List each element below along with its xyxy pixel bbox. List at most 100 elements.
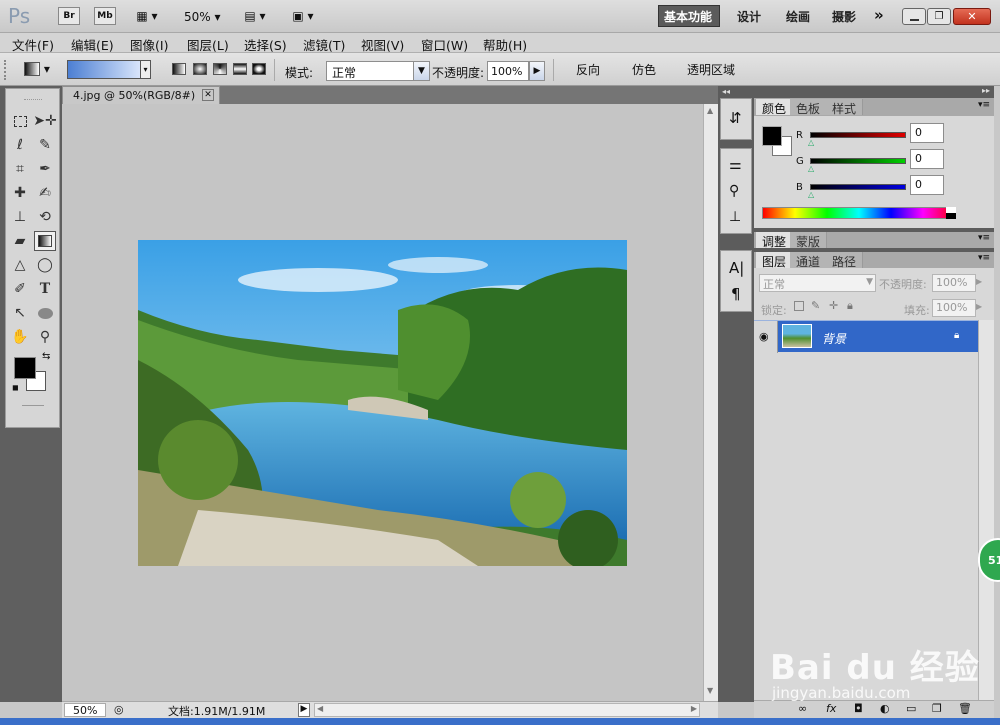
link-layers-icon[interactable]: ∞ bbox=[798, 702, 807, 715]
diamond-gradient-icon[interactable] bbox=[252, 63, 266, 75]
gradient-picker-swatch[interactable] bbox=[67, 60, 149, 79]
adjust-sliders-icon[interactable]: ⚌ bbox=[729, 157, 742, 173]
path-selection-tool[interactable]: ↖ bbox=[9, 303, 31, 323]
fill-input[interactable]: 100% bbox=[932, 299, 976, 317]
menu-help[interactable]: 帮助(H) bbox=[483, 35, 527, 54]
tool-preset-picker[interactable]: ▾ bbox=[16, 59, 58, 79]
scroll-left-icon[interactable]: ◀ bbox=[317, 704, 323, 713]
layer-style-icon[interactable]: fx bbox=[826, 702, 836, 715]
reflected-gradient-icon[interactable] bbox=[233, 63, 247, 75]
menu-layer[interactable]: 图层(L) bbox=[187, 35, 229, 54]
clone-stamp-tool[interactable]: ⊥ bbox=[9, 207, 31, 227]
clone-source-icon[interactable]: ⊥ bbox=[729, 209, 741, 225]
panel-menu-icon[interactable]: ▾≡ bbox=[978, 100, 990, 110]
scroll-right-icon[interactable]: ▶ bbox=[691, 704, 697, 713]
workspace-photography[interactable]: 摄影 bbox=[832, 8, 856, 25]
menu-image[interactable]: 图像(I) bbox=[130, 35, 168, 54]
mode-dropdown-button[interactable]: ▼ bbox=[413, 62, 429, 80]
zoom-tool[interactable]: ⚲ bbox=[34, 327, 56, 347]
new-layer-icon[interactable]: ❐ bbox=[932, 702, 942, 715]
menu-filter[interactable]: 滤镜(T) bbox=[303, 35, 345, 54]
tab-paths[interactable]: 路径 bbox=[826, 252, 864, 269]
opacity-input[interactable]: 100% bbox=[487, 61, 529, 81]
channel-b-slider[interactable] bbox=[810, 184, 906, 190]
swap-colors-icon[interactable]: ⇆ bbox=[42, 351, 50, 362]
paragraph-icon[interactable]: ¶ bbox=[731, 285, 741, 303]
canvas-area[interactable] bbox=[62, 104, 703, 702]
angle-gradient-icon[interactable] bbox=[213, 63, 227, 75]
history-brush-tool[interactable]: ⟲ bbox=[34, 207, 56, 227]
expand-panels-icon[interactable]: ◂◂ bbox=[722, 87, 730, 96]
add-mask-icon[interactable]: ◘ bbox=[854, 702, 863, 715]
menu-file[interactable]: 文件(F) bbox=[12, 35, 54, 54]
close-button[interactable]: ✕ bbox=[953, 8, 991, 25]
channel-g-input[interactable]: 0 bbox=[910, 149, 944, 169]
default-colors-icon[interactable]: ◼ bbox=[12, 383, 19, 392]
channel-r-input[interactable]: 0 bbox=[910, 123, 944, 143]
zoom-select[interactable]: 50% ▾ bbox=[184, 10, 221, 24]
document-tab[interactable]: 4.jpg @ 50%(RGB/8#) ✕ bbox=[62, 86, 220, 104]
status-options-icon[interactable]: ◎ bbox=[114, 703, 124, 716]
hand-tool[interactable]: ✋ bbox=[9, 327, 31, 347]
view-extras-button[interactable]: ▦ ▾ bbox=[130, 7, 164, 25]
scroll-up-icon[interactable]: ▲ bbox=[707, 106, 713, 115]
tab-color[interactable]: 颜色 bbox=[756, 99, 794, 116]
adjustment-layer-icon[interactable]: ◐ bbox=[880, 702, 890, 715]
eyedropper-tool[interactable]: ✒ bbox=[34, 159, 56, 179]
close-tab-icon[interactable]: ✕ bbox=[202, 89, 214, 101]
healing-brush-tool[interactable]: ✚ bbox=[9, 183, 31, 203]
lock-all-icon[interactable]: 🔒︎ bbox=[847, 299, 853, 313]
tab-adjustments[interactable]: 调整 bbox=[756, 232, 794, 249]
history-icon[interactable]: ⇵ bbox=[729, 109, 742, 127]
workspace-painting[interactable]: 绘画 bbox=[786, 8, 810, 25]
radial-gradient-icon[interactable] bbox=[193, 63, 207, 75]
tab-styles[interactable]: 样式 bbox=[826, 99, 864, 116]
black-swatch[interactable] bbox=[946, 213, 956, 219]
mini-bridge-button[interactable]: Mb bbox=[94, 7, 116, 25]
channel-b-input[interactable]: 0 bbox=[910, 175, 944, 195]
menu-edit[interactable]: 编辑(E) bbox=[71, 35, 114, 54]
channel-r-slider[interactable] bbox=[810, 132, 906, 138]
dodge-tool[interactable]: ◯ bbox=[34, 255, 56, 275]
channel-g-slider[interactable] bbox=[810, 158, 906, 164]
panel-menu-icon[interactable]: ▾≡ bbox=[978, 253, 990, 263]
workspace-design[interactable]: 设计 bbox=[737, 8, 761, 25]
layer-visibility-toggle[interactable]: ◉ bbox=[754, 321, 778, 353]
usb-icon[interactable]: ⚲ bbox=[729, 183, 739, 199]
screen-mode-button[interactable]: ▣ ▾ bbox=[286, 7, 320, 25]
layer-blend-mode-select[interactable]: 正常 ▼ bbox=[759, 274, 876, 292]
status-menu-button[interactable]: ▶ bbox=[298, 703, 310, 717]
arrange-documents-button[interactable]: ▤ ▾ bbox=[238, 7, 272, 25]
opacity-slider-button[interactable]: ▶ bbox=[529, 61, 545, 81]
quick-selection-tool[interactable]: ✎ bbox=[34, 135, 56, 155]
color-spectrum-bar[interactable] bbox=[762, 207, 956, 219]
marquee-tool[interactable] bbox=[9, 111, 31, 131]
lock-pixels-icon[interactable]: ✎ bbox=[811, 299, 820, 312]
character-icon[interactable]: A| bbox=[729, 259, 744, 277]
slider-thumb-icon[interactable]: △ bbox=[808, 164, 814, 173]
minimize-button[interactable] bbox=[902, 8, 926, 25]
tab-channels[interactable]: 通道 bbox=[790, 252, 828, 269]
opacity-arrow-icon[interactable]: ▶ bbox=[976, 274, 988, 292]
type-tool[interactable]: T bbox=[34, 279, 56, 299]
crop-tool[interactable]: ⌗ bbox=[9, 159, 31, 179]
foreground-color-swatch[interactable] bbox=[14, 357, 36, 379]
ellipse-tool[interactable] bbox=[34, 303, 56, 323]
lock-transparent-icon[interactable] bbox=[794, 301, 804, 311]
more-workspaces-icon[interactable]: » bbox=[874, 6, 884, 24]
menu-view[interactable]: 视图(V) bbox=[361, 35, 404, 54]
menu-select[interactable]: 选择(S) bbox=[244, 35, 287, 54]
zoom-field[interactable]: 50% bbox=[64, 703, 106, 717]
blur-tool[interactable]: △ bbox=[9, 255, 31, 275]
layer-row-background[interactable]: ◉ 背景 🔒︎ bbox=[754, 320, 978, 353]
panel-menu-icon[interactable]: ▾≡ bbox=[978, 233, 990, 243]
gradient-picker-dropdown[interactable]: ▾ bbox=[140, 60, 151, 79]
tab-masks[interactable]: 蒙版 bbox=[790, 232, 828, 249]
fill-arrow-icon[interactable]: ▶ bbox=[976, 299, 988, 317]
lasso-tool[interactable]: ℓ bbox=[9, 135, 31, 155]
scroll-down-icon[interactable]: ▼ bbox=[707, 686, 713, 695]
delete-layer-icon[interactable]: 🗑︎ bbox=[958, 702, 972, 715]
new-group-icon[interactable]: ▭ bbox=[906, 702, 916, 715]
bridge-button[interactable]: Br bbox=[58, 7, 80, 25]
tab-layers[interactable]: 图层 bbox=[756, 252, 794, 269]
